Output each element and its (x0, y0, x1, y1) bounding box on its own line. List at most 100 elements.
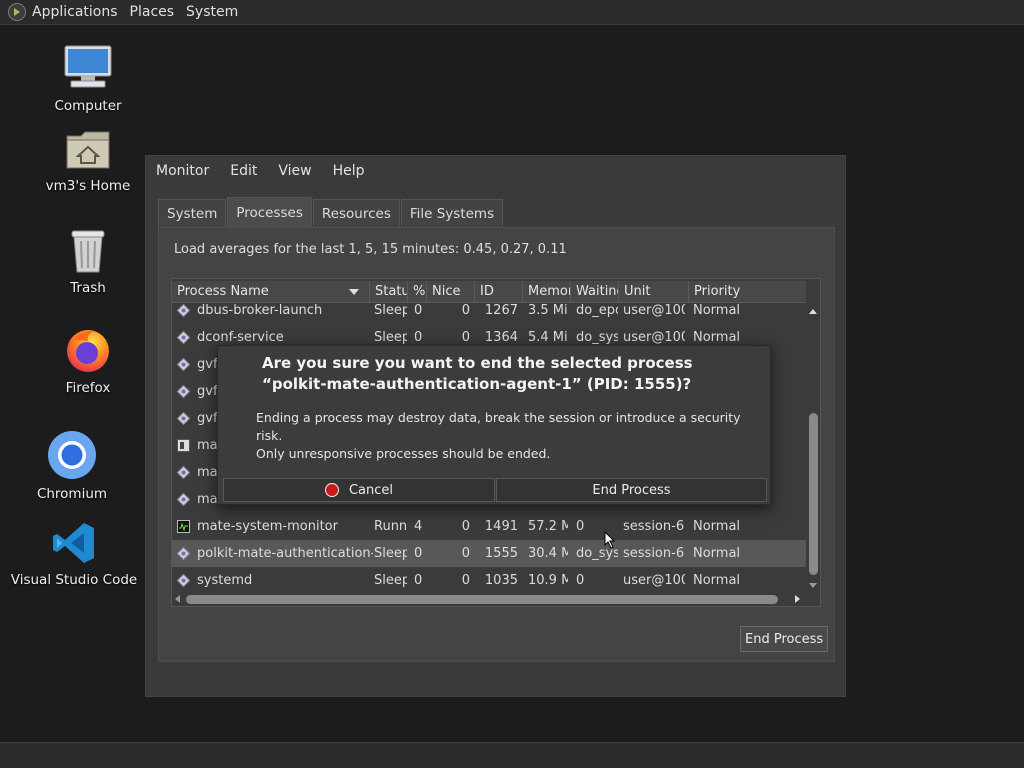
cell-status: Running (374, 519, 407, 534)
table-row[interactable]: polkit-mate-authentication-agent-1Sleep 0… (172, 540, 806, 567)
bottom-panel (0, 742, 1024, 768)
computer-icon (63, 44, 113, 92)
table-row[interactable]: systemd Sleep 0 0 1035 10.9 MiB 0 user@1000 Norm… (172, 567, 806, 594)
desktop-icon-chromium[interactable]: Chromium (2, 430, 142, 502)
end-process-confirm-dialog: Are you sure you want to end the selecte… (217, 345, 771, 505)
desktop-icon-label: Trash (70, 280, 106, 296)
mouse-cursor-icon (604, 530, 616, 553)
desktop-icon-label: vm3's Home (45, 178, 131, 194)
desktop-icon-label: Computer (54, 98, 122, 114)
cancel-button-label: Cancel (348, 482, 394, 498)
tab-system[interactable]: System (158, 199, 227, 227)
stop-icon (324, 483, 339, 497)
cell-id: 1035 (484, 573, 518, 588)
gear-diamond-icon (176, 411, 191, 426)
vertical-scrollbar[interactable] (806, 303, 820, 593)
scroll-down-icon[interactable] (809, 583, 817, 588)
tab-bar: System Processes Resources File Systems (158, 197, 504, 227)
menu-edit[interactable]: Edit (230, 163, 257, 179)
cell-cpu: 0 (414, 303, 423, 318)
cell-name: polkit-mate-authentication-agent-1 (197, 546, 373, 561)
cell-waiting: do_epoll (576, 303, 618, 318)
menu-help[interactable]: Help (333, 163, 365, 179)
dialog-message: Ending a process may destroy data, break… (256, 409, 766, 463)
cell-id: 1267 (484, 303, 518, 318)
gear-diamond-icon (176, 384, 191, 399)
desktop-icon-label: Chromium (36, 486, 108, 502)
cell-name: systemd (197, 573, 253, 588)
gear-diamond-icon (176, 573, 191, 588)
chromium-icon (47, 430, 97, 480)
cell-cpu: 4 (414, 519, 423, 534)
cell-nice: 0 (461, 546, 470, 561)
places-menu[interactable]: Places (130, 4, 175, 20)
gear-diamond-icon (176, 303, 191, 318)
monitor-graph-icon (177, 520, 190, 533)
top-panel: Applications Places System (0, 0, 1024, 25)
confirm-end-process-button[interactable]: End Process (496, 478, 767, 502)
end-process-button[interactable]: End Process (740, 626, 829, 652)
cell-priority: Normal (693, 546, 741, 561)
cell-priority: Normal (693, 519, 741, 534)
tab-file-systems[interactable]: File Systems (400, 199, 504, 227)
system-menu[interactable]: System (186, 4, 238, 20)
desktop-icon-vscode[interactable]: Visual Studio Code (4, 520, 144, 588)
cell-status: Sleep (374, 303, 407, 318)
mate-logo-icon[interactable] (8, 3, 26, 21)
cell-unit: session-6.scope (623, 546, 685, 561)
desktop-icon-computer[interactable]: Computer (18, 44, 158, 114)
dialog-title: Are you sure you want to end the selecte… (262, 354, 693, 393)
cell-memory: 10.9 MiB (528, 573, 568, 588)
trash-icon (68, 228, 108, 274)
cell-memory: 57.2 MiB (528, 519, 568, 534)
cell-status: Sleep (374, 546, 407, 561)
cell-unit: user@1000 (623, 573, 685, 588)
tab-resources[interactable]: Resources (312, 199, 400, 227)
cell-memory: 30.4 MiB (528, 546, 568, 561)
menubar: Monitor Edit View Help (146, 156, 845, 186)
table-row[interactable]: mate-system-monitor Running 4 0 1491 57.2 MiB… (172, 513, 806, 540)
gear-diamond-icon (176, 330, 191, 345)
cell-nice: 0 (461, 573, 470, 588)
cell-unit: user@1000 (623, 303, 685, 318)
cell-cpu: 0 (414, 546, 423, 561)
cell-priority: Normal (693, 303, 741, 318)
gear-diamond-icon (176, 492, 191, 507)
home-folder-icon (65, 128, 111, 172)
cell-cpu: 0 (414, 573, 423, 588)
cell-nice: 0 (461, 519, 470, 534)
cell-nice: 0 (461, 303, 470, 318)
cell-id: 1491 (484, 519, 518, 534)
terminal-icon (177, 439, 190, 452)
dialog-message-line: Ending a process may destroy data, break… (256, 410, 741, 443)
horizontal-scrollbar[interactable] (172, 592, 806, 606)
cell-unit: session-6.scope (623, 519, 685, 534)
desktop-icon-home[interactable]: vm3's Home (18, 128, 158, 194)
table-row[interactable]: dbus-broker-launch Sleep 0 0 1267 3.5 MiB do_e… (172, 297, 806, 324)
scroll-up-icon[interactable] (809, 309, 817, 314)
scroll-right-icon[interactable] (795, 595, 800, 603)
cell-memory: 3.5 MiB (528, 303, 568, 318)
applications-menu[interactable]: Applications (32, 4, 118, 20)
cell-name: mate-system-monitor (197, 519, 338, 534)
menu-view[interactable]: View (278, 163, 311, 179)
desktop-icon-trash[interactable]: Trash (18, 228, 158, 296)
sort-descending-icon (349, 289, 359, 295)
vscode-icon (51, 520, 97, 566)
tab-processes[interactable]: Processes (227, 197, 312, 227)
dialog-message-line: Only unresponsive processes should be en… (256, 446, 551, 461)
horizontal-scroll-thumb[interactable] (186, 595, 778, 604)
cell-status: Sleep (374, 573, 407, 588)
desktop-icon-label: Visual Studio Code (10, 572, 138, 588)
scroll-left-icon[interactable] (175, 595, 180, 603)
gear-diamond-icon (176, 546, 191, 561)
gear-diamond-icon (176, 465, 191, 480)
vertical-scroll-thumb[interactable] (809, 413, 818, 575)
cancel-button[interactable]: Cancel (223, 478, 495, 502)
cell-name: dbus-broker-launch (197, 303, 323, 318)
desktop-icon-firefox[interactable]: Firefox (18, 326, 158, 396)
cell-priority: Normal (693, 573, 741, 588)
gear-diamond-icon (176, 357, 191, 372)
load-averages-text: Load averages for the last 1, 5, 15 minu… (174, 242, 567, 257)
menu-monitor[interactable]: Monitor (156, 163, 209, 179)
